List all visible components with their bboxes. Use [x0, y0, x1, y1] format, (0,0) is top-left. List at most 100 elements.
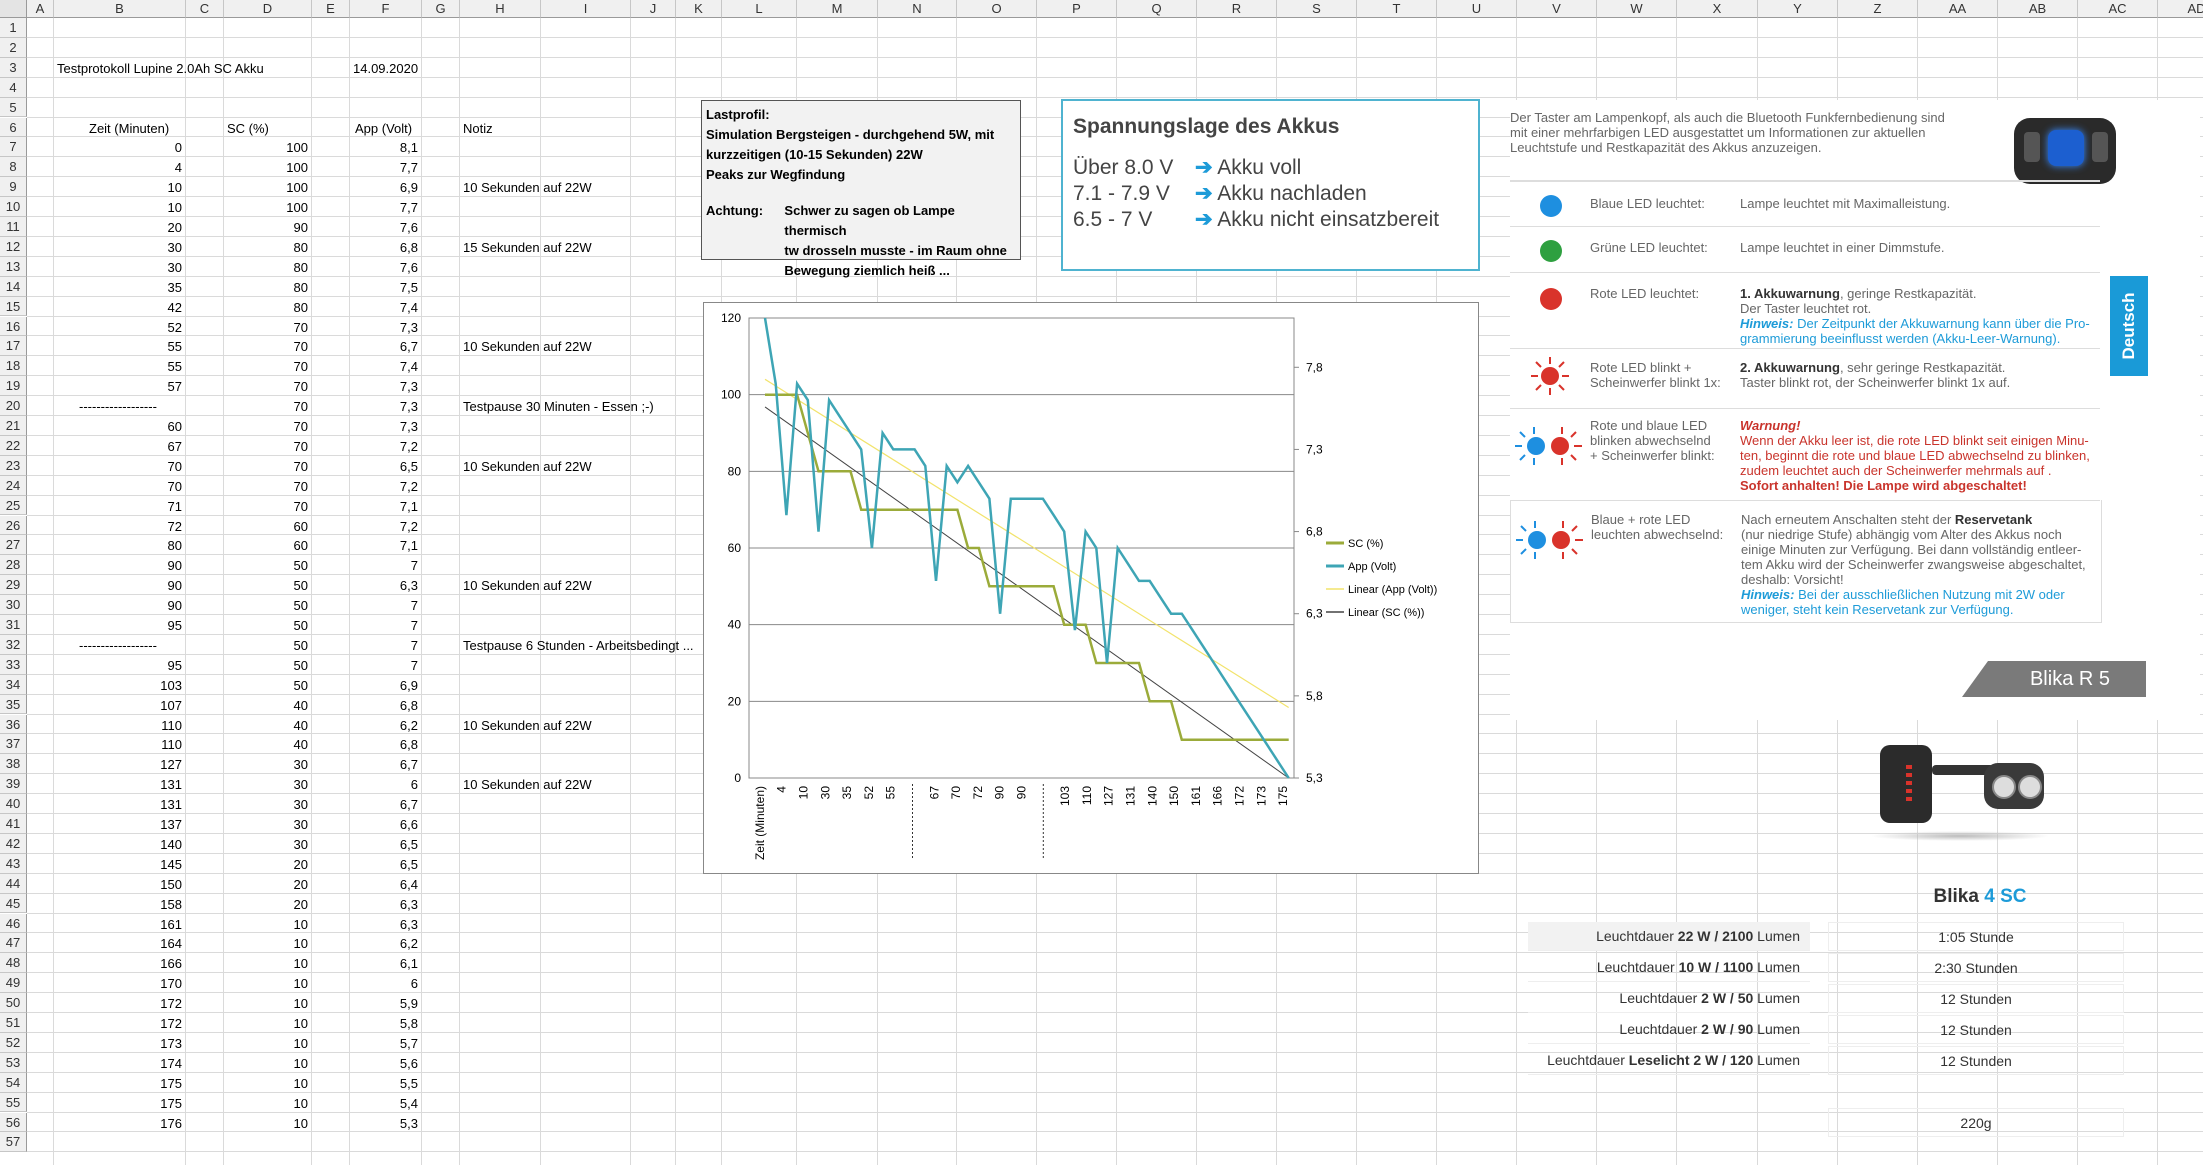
column-header[interactable]: U: [1437, 0, 1517, 18]
note-cell[interactable]: 10 Sekunden auf 22W: [463, 180, 592, 195]
table-cell[interactable]: 7,6: [350, 260, 418, 275]
table-cell[interactable]: 57: [54, 379, 182, 394]
table-cell[interactable]: 4: [54, 160, 182, 175]
header-cell[interactable]: Notiz: [463, 121, 493, 136]
row-header[interactable]: 13: [0, 256, 27, 277]
table-cell[interactable]: 7,4: [350, 300, 418, 315]
table-cell[interactable]: 42: [54, 300, 182, 315]
table-cell[interactable]: 161: [54, 917, 182, 932]
table-cell[interactable]: 5,5: [350, 1076, 418, 1091]
table-cell[interactable]: 6,6: [350, 817, 418, 832]
table-cell[interactable]: 6,1: [350, 956, 418, 971]
row-header[interactable]: 15: [0, 296, 27, 317]
table-cell[interactable]: 70: [224, 439, 308, 454]
table-cell[interactable]: 7,1: [350, 538, 418, 553]
row-header[interactable]: 11: [0, 217, 27, 237]
row-header[interactable]: 16: [0, 316, 27, 337]
table-cell[interactable]: 6,8: [350, 240, 418, 255]
row-header[interactable]: 56: [0, 1112, 27, 1133]
column-header[interactable]: T: [1357, 0, 1437, 18]
row-header[interactable]: 38: [0, 754, 27, 775]
table-cell[interactable]: 55: [54, 359, 182, 374]
row-header[interactable]: 24: [0, 475, 27, 496]
table-cell[interactable]: 7: [350, 658, 418, 673]
table-cell[interactable]: 10: [224, 917, 308, 932]
row-header[interactable]: 50: [0, 993, 27, 1013]
table-cell[interactable]: 5,7: [350, 1036, 418, 1051]
select-all-corner[interactable]: [0, 0, 27, 18]
table-cell[interactable]: 140: [54, 837, 182, 852]
table-cell[interactable]: 90: [54, 578, 182, 593]
table-cell[interactable]: 176: [54, 1116, 182, 1131]
table-cell[interactable]: 6,3: [350, 917, 418, 932]
table-cell[interactable]: 6,3: [350, 578, 418, 593]
table-cell[interactable]: 6,7: [350, 797, 418, 812]
table-cell[interactable]: ------------------: [79, 399, 157, 414]
table-cell[interactable]: 6,5: [350, 857, 418, 872]
row-header[interactable]: 33: [0, 654, 27, 675]
table-cell[interactable]: 6,3: [350, 897, 418, 912]
table-cell[interactable]: 100: [224, 180, 308, 195]
row-header[interactable]: 48: [0, 953, 27, 974]
table-cell[interactable]: 10: [224, 1036, 308, 1051]
table-cell[interactable]: 70: [54, 479, 182, 494]
row-header[interactable]: 43: [0, 853, 27, 874]
table-cell[interactable]: 71: [54, 499, 182, 514]
table-cell[interactable]: 72: [54, 519, 182, 534]
row-header[interactable]: 45: [0, 893, 27, 914]
table-cell[interactable]: 10: [224, 1016, 308, 1031]
row-header[interactable]: 14: [0, 276, 27, 297]
table-cell[interactable]: 166: [54, 956, 182, 971]
row-header[interactable]: 54: [0, 1072, 27, 1093]
table-cell[interactable]: 50: [224, 618, 308, 633]
row-header[interactable]: 5: [0, 97, 27, 118]
table-cell[interactable]: 52: [54, 320, 182, 335]
row-header[interactable]: 7: [0, 137, 27, 158]
title-cell[interactable]: Testprotokoll Lupine 2.0Ah SC Akku: [57, 61, 264, 76]
note-cell[interactable]: 10 Sekunden auf 22W: [463, 578, 592, 593]
table-cell[interactable]: 5,4: [350, 1096, 418, 1111]
table-cell[interactable]: 100: [224, 140, 308, 155]
column-header[interactable]: Q: [1117, 0, 1197, 18]
table-cell[interactable]: 10: [224, 1056, 308, 1071]
table-cell[interactable]: 6,2: [350, 718, 418, 733]
table-cell[interactable]: 6: [350, 976, 418, 991]
table-cell[interactable]: 70: [224, 379, 308, 394]
table-cell[interactable]: 131: [54, 777, 182, 792]
date-cell[interactable]: 14.09.2020: [353, 61, 418, 76]
table-cell[interactable]: 40: [224, 698, 308, 713]
row-header[interactable]: 49: [0, 973, 27, 994]
table-cell[interactable]: 7,3: [350, 399, 418, 414]
table-cell[interactable]: 0: [54, 140, 182, 155]
table-cell[interactable]: 6,4: [350, 877, 418, 892]
table-cell[interactable]: 10: [224, 956, 308, 971]
row-header[interactable]: 39: [0, 774, 27, 795]
table-cell[interactable]: 10: [224, 936, 308, 951]
row-header[interactable]: 26: [0, 515, 27, 536]
row-header[interactable]: 36: [0, 714, 27, 735]
table-cell[interactable]: 10: [224, 996, 308, 1011]
table-cell[interactable]: 80: [54, 538, 182, 553]
column-header[interactable]: N: [878, 0, 957, 18]
table-cell[interactable]: 30: [224, 757, 308, 772]
table-cell[interactable]: 172: [54, 1016, 182, 1031]
column-header[interactable]: AC: [2078, 0, 2158, 18]
row-header[interactable]: 12: [0, 236, 27, 257]
table-cell[interactable]: 7,2: [350, 439, 418, 454]
table-cell[interactable]: 30: [224, 777, 308, 792]
table-cell[interactable]: 70: [224, 359, 308, 374]
row-header[interactable]: 51: [0, 1013, 27, 1033]
row-header[interactable]: 4: [0, 77, 27, 98]
column-header[interactable]: R: [1197, 0, 1277, 18]
table-cell[interactable]: 127: [54, 757, 182, 772]
row-header[interactable]: 23: [0, 455, 27, 476]
table-cell[interactable]: 7,7: [350, 160, 418, 175]
note-cell[interactable]: 10 Sekunden auf 22W: [463, 718, 592, 733]
table-cell[interactable]: 6,7: [350, 339, 418, 354]
row-header[interactable]: 52: [0, 1032, 27, 1053]
column-header[interactable]: G: [422, 0, 460, 18]
column-header[interactable]: W: [1597, 0, 1677, 18]
row-header[interactable]: 29: [0, 575, 27, 596]
table-cell[interactable]: 50: [224, 578, 308, 593]
table-cell[interactable]: 173: [54, 1036, 182, 1051]
